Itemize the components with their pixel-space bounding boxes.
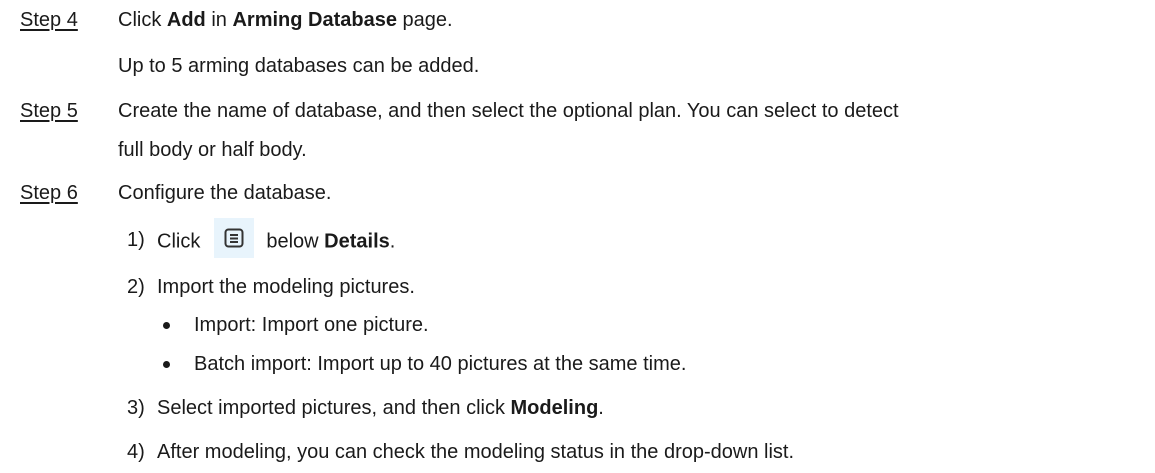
step-4-text: Click Add in Arming Database page.	[118, 6, 453, 34]
arming-database-term: Arming Database	[232, 9, 397, 31]
step-5-row: Step 5 Create the name of database, and …	[0, 97, 1155, 125]
modeling-term: Modeling	[510, 397, 599, 419]
bullet-dot	[163, 361, 170, 368]
substep-4-text: After modeling, you can check the modeli…	[157, 441, 795, 463]
substep-3-text-end: .	[598, 397, 604, 419]
step-5-line-2: full body or half body.	[118, 139, 307, 161]
step-6-row: Step 6 Configure the database.	[0, 179, 1155, 207]
substep-1-text-before: Click	[157, 230, 201, 253]
step-4-text-before: Click	[118, 9, 167, 31]
step-4-row: Step 4 Click Add in Arming Database page…	[0, 6, 1155, 34]
substep-2-text: Import the modeling pictures.	[157, 276, 415, 298]
substep-3-number: 3)	[127, 397, 145, 419]
step-4-text-mid: in	[205, 9, 233, 31]
substep-1-text-after: below	[266, 230, 325, 253]
step-4-note-row: Up to 5 arming databases can be added.	[0, 52, 1155, 80]
bullet-text-batch-import: Batch import: Import up to 40 pictures a…	[194, 353, 687, 375]
substep-4-number: 4)	[127, 441, 145, 463]
substep-1-row: 1) Click below Details.	[0, 218, 1155, 258]
substep-4-row: 4) After modeling, you can check the mod…	[0, 438, 1155, 466]
step-5-label: Step 5	[20, 100, 78, 122]
bullet-dot	[163, 322, 170, 329]
substep-3-text: Select imported pictures, and then click…	[157, 394, 604, 422]
details-list-icon	[214, 218, 255, 258]
substep-2-row: 2) Import the modeling pictures.	[0, 273, 1155, 301]
substep-1-number: 1)	[127, 229, 145, 251]
substep-3-row: 3) Select imported pictures, and then cl…	[0, 394, 1155, 422]
step-4-text-after: page.	[396, 9, 453, 31]
bullet-text-import: Import: Import one picture.	[194, 314, 429, 336]
step-5-continuation-row: full body or half body.	[0, 136, 1155, 164]
step-6-label: Step 6	[20, 182, 78, 204]
bullet-item: Batch import: Import up to 40 pictures a…	[0, 350, 1155, 378]
step-5-line-1: Create the name of database, and then se…	[118, 100, 899, 122]
add-term: Add	[166, 9, 206, 31]
substep-2-number: 2)	[127, 276, 145, 298]
document-page: Step 4 Click Add in Arming Database page…	[0, 0, 1155, 473]
bullet-item: Import: Import one picture.	[0, 311, 1155, 339]
step-4-label: Step 4	[20, 9, 78, 31]
details-term: Details	[324, 230, 390, 253]
step-6-text: Configure the database.	[118, 182, 332, 204]
substep-1-text: Click below Details.	[157, 218, 396, 258]
substep-1-text-end: .	[389, 230, 396, 253]
step-4-note: Up to 5 arming databases can be added.	[118, 55, 480, 77]
substep-3-text-before: Select imported pictures, and then click	[157, 397, 511, 419]
